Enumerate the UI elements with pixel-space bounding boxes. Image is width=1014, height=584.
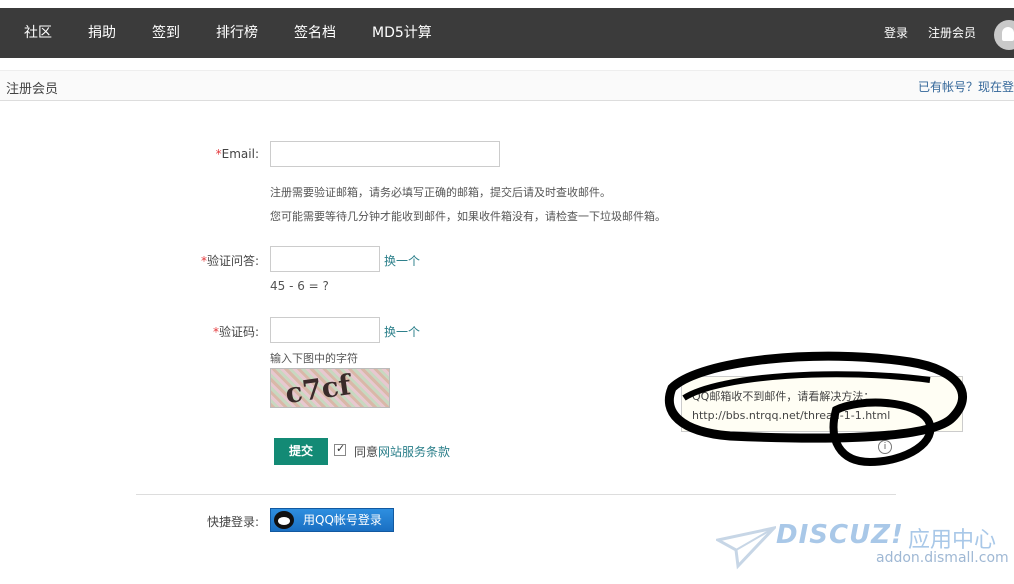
- avatar[interactable]: [994, 20, 1014, 50]
- agree-checkbox[interactable]: [334, 442, 346, 456]
- submit-button[interactable]: 提交: [274, 438, 328, 465]
- captcha-input[interactable]: [270, 317, 380, 343]
- nav-item-donate[interactable]: 捐助: [88, 8, 116, 58]
- qq-penguin-icon: [274, 511, 294, 529]
- nav-item-md5[interactable]: MD5计算: [372, 8, 432, 58]
- email-input[interactable]: [270, 141, 500, 167]
- captcha-image[interactable]: c7cf: [270, 368, 390, 409]
- nav-item-signature[interactable]: 签名档: [294, 8, 336, 58]
- help-tooltip: QQ邮箱收不到邮件，请看解决方法： http://bbs.ntrqq.net/t…: [681, 376, 963, 432]
- email-label: *Email:: [215, 147, 259, 161]
- question-label: *验证问答:: [200, 254, 259, 268]
- terms-link[interactable]: 网站服务条款: [378, 445, 450, 459]
- tooltip-line-2[interactable]: http://bbs.ntrqq.net/thread-1-1.html: [692, 406, 952, 425]
- nav-item-checkin[interactable]: 签到: [152, 8, 180, 58]
- captcha-glyphs: c7cf: [283, 369, 355, 409]
- quick-login-label: 快捷登录:: [206, 515, 259, 529]
- page-title: 注册会员: [6, 82, 59, 97]
- nav-item-ranking[interactable]: 排行榜: [216, 8, 258, 58]
- section-divider: [136, 494, 896, 495]
- captcha-hint: 输入下图中的字符: [270, 352, 358, 365]
- nav-item-community[interactable]: 社区: [24, 8, 52, 58]
- have-account-link[interactable]: 已有帐号？现在登: [918, 78, 1014, 95]
- paper-plane-icon: [716, 526, 776, 570]
- question-input[interactable]: [270, 246, 380, 272]
- tooltip-line-1: QQ邮箱收不到邮件，请看解决方法：: [692, 390, 875, 403]
- qq-login-label: 用QQ帐号登录: [303, 513, 382, 527]
- email-hint-2: 您可能需要等待几分钟才能收到邮件，如果收件箱没有，请检查一下垃圾邮件箱。: [270, 210, 666, 223]
- page-header: 注册会员 已有帐号？现在登: [0, 70, 1014, 101]
- info-icon[interactable]: i: [878, 440, 892, 454]
- email-hint-1: 注册需要验证邮箱，请务必填写正确的邮箱，提交后请及时查收邮件。: [270, 186, 611, 199]
- watermark-brand: DISCUZ!: [776, 520, 904, 550]
- discuz-watermark: DISCUZ! 应用中心 addon.dismall.com: [712, 520, 1012, 580]
- register-link[interactable]: 注册会员: [928, 8, 976, 58]
- login-link[interactable]: 登录: [884, 8, 908, 58]
- qq-login-button[interactable]: 用QQ帐号登录: [270, 508, 394, 532]
- svg-text:c7cf: c7cf: [283, 369, 355, 409]
- question-switch-link[interactable]: 换一个: [384, 252, 420, 269]
- top-navbar: 社区 捐助 签到 排行榜 签名档 MD5计算 登录 注册会员: [0, 8, 1014, 58]
- agree-text: 同意网站服务条款: [354, 445, 451, 459]
- captcha-switch-link[interactable]: 换一个: [384, 323, 420, 340]
- watermark-url: addon.dismall.com: [876, 550, 1009, 566]
- question-text: 45 - 6 = ?: [270, 279, 329, 293]
- captcha-label: *验证码:: [212, 325, 259, 339]
